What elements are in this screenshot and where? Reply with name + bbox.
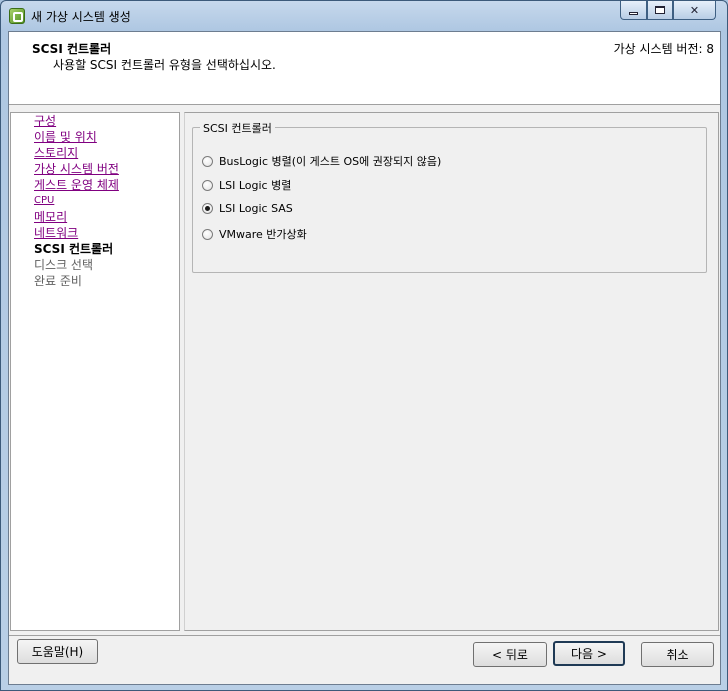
window-title: 새 가상 시스템 생성 <box>31 10 131 24</box>
maximize-button[interactable] <box>647 1 673 20</box>
help-button[interactable]: 도움말(H) <box>17 639 98 664</box>
minimize-button[interactable] <box>620 1 647 20</box>
wizard-window: 새 가상 시스템 생성 ✕ SCSI 컨트롤러 사용할 SCSI 컨트롤러 유형… <box>0 0 728 691</box>
wizard-header: SCSI 컨트롤러 사용할 SCSI 컨트롤러 유형을 선택하십시오. 가상 시… <box>9 32 720 105</box>
app-icon <box>9 8 25 24</box>
group-label: SCSI 컨트롤러 <box>200 120 275 136</box>
option-vmware-paravirtual[interactable]: VMware 반가상화 <box>202 226 307 242</box>
close-button[interactable]: ✕ <box>673 1 716 20</box>
vm-version-label: 가상 시스템 버전: 8 <box>613 42 714 56</box>
cancel-button[interactable]: 취소 <box>641 642 714 667</box>
maximize-icon <box>655 6 665 14</box>
option-buslogic[interactable]: BusLogic 병렬(이 게스트 OS에 권장되지 않음) <box>202 153 441 169</box>
sidebar-step[interactable]: 이름 및 위치 <box>34 129 119 145</box>
sidebar-step[interactable]: 네트워크 <box>34 225 119 241</box>
title-bar[interactable]: 새 가상 시스템 생성 ✕ <box>1 1 727 31</box>
sidebar-step[interactable]: CPU <box>34 193 119 209</box>
step-list: 구성 이름 및 위치 스토리지 가상 시스템 버전 게스트 운영 체제 CPU 메모리 네트워… <box>34 113 119 289</box>
page-subtitle: 사용할 SCSI 컨트롤러 유형을 선택하십시오. <box>53 58 276 72</box>
option-lsi-logic-parallel[interactable]: LSI Logic 병렬 <box>202 177 291 193</box>
option-label: LSI Logic SAS <box>219 202 293 215</box>
radio-icon[interactable] <box>202 179 213 191</box>
radio-icon[interactable] <box>202 228 213 240</box>
sidebar-step: SCSI 컨트롤러 <box>34 242 114 256</box>
page-title: SCSI 컨트롤러 <box>32 42 112 56</box>
wizard-footer: 도움말(H) < 뒤로 다음 > 취소 <box>9 635 720 684</box>
sidebar-step[interactable]: 구성 <box>34 113 119 129</box>
option-label: BusLogic 병렬(이 게스트 OS에 권장되지 않음) <box>219 155 442 168</box>
sidebar-step[interactable]: 게스트 운영 체제 <box>34 177 119 193</box>
dialog-client-area: SCSI 컨트롤러 사용할 SCSI 컨트롤러 유형을 선택하십시오. 가상 시… <box>8 31 721 685</box>
scsi-controller-group: SCSI 컨트롤러 BusLogic 병렬(이 게스트 OS에 권장되지 않음)… <box>192 120 707 273</box>
sidebar-step: 완료 준비 <box>34 274 82 288</box>
option-lsi-logic-sas[interactable]: LSI Logic SAS <box>202 202 293 215</box>
main-content: SCSI 컨트롤러 BusLogic 병렬(이 게스트 OS에 권장되지 않음)… <box>184 112 719 631</box>
sidebar-step[interactable]: 가상 시스템 버전 <box>34 161 119 177</box>
back-button[interactable]: < 뒤로 <box>473 642 547 667</box>
sidebar-step[interactable]: 메모리 <box>34 209 119 225</box>
minimize-icon <box>629 11 638 15</box>
radio-icon[interactable] <box>202 155 213 167</box>
radio-icon[interactable] <box>202 203 213 214</box>
next-button[interactable]: 다음 > <box>553 641 625 666</box>
sidebar-step[interactable]: 스토리지 <box>34 145 119 161</box>
wizard-step-sidebar: 구성 이름 및 위치 스토리지 가상 시스템 버전 게스트 운영 체제 CPU 메모리 네트워… <box>10 112 180 631</box>
close-icon: ✕ <box>689 3 700 17</box>
sidebar-step: 디스크 선택 <box>34 258 94 272</box>
option-label: VMware 반가상화 <box>219 228 307 241</box>
option-label: LSI Logic 병렬 <box>219 179 292 192</box>
